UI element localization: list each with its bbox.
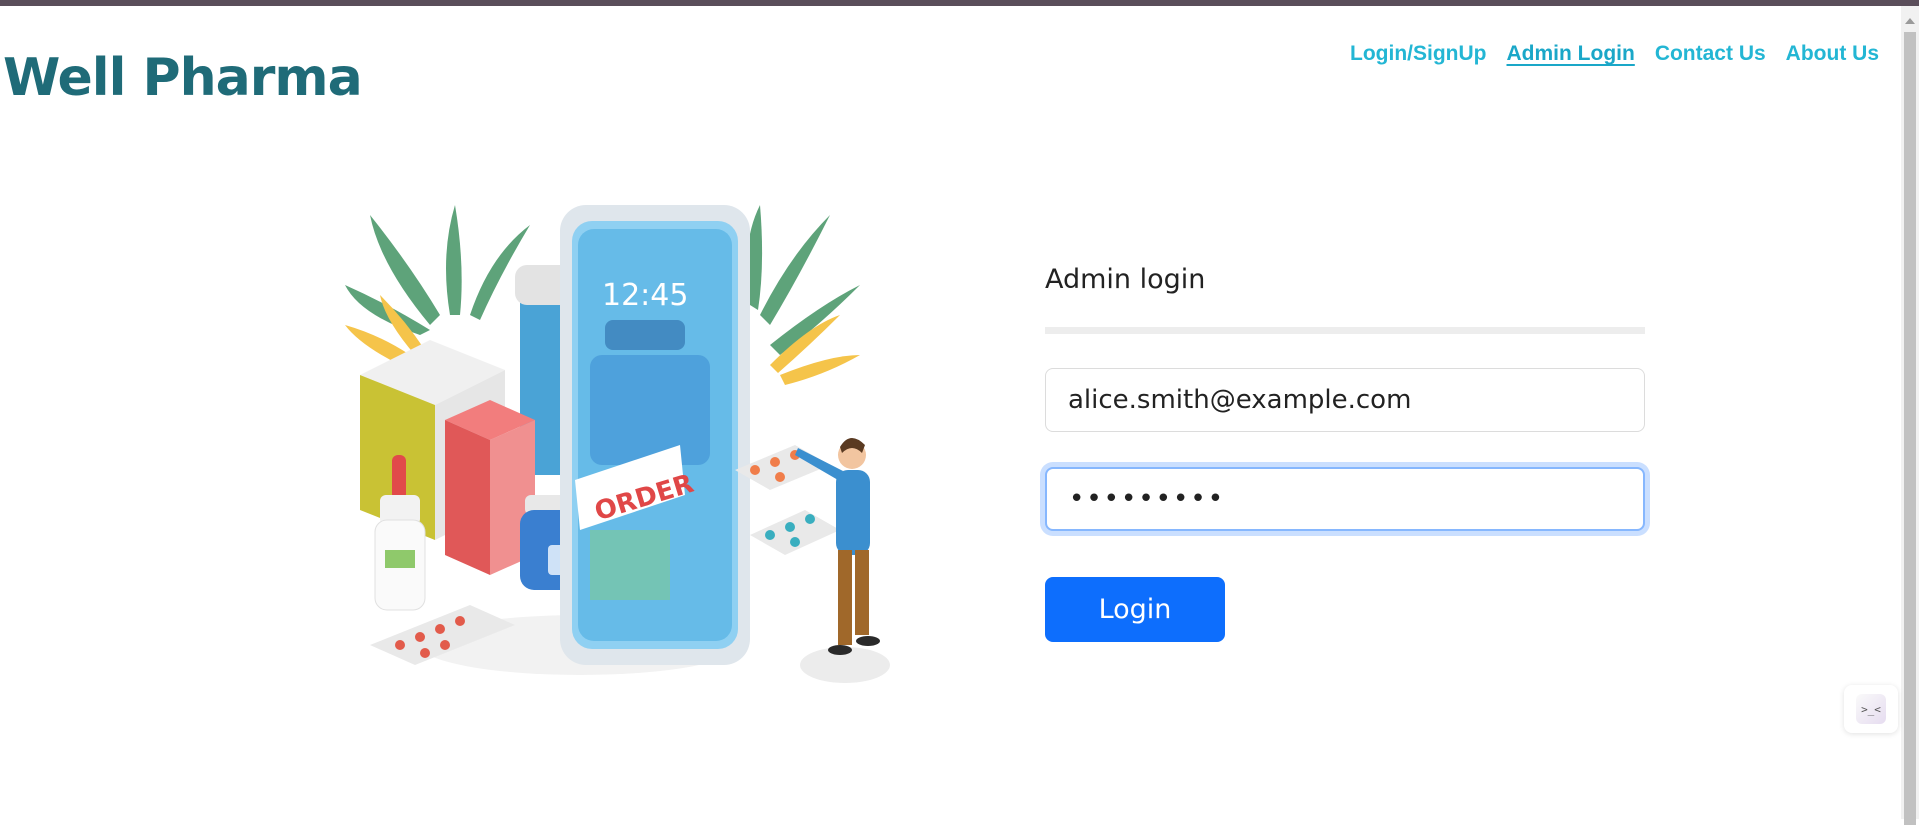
browser-top-bar: [0, 0, 1919, 6]
phone-time: 12:45: [602, 278, 688, 313]
nav-admin-login[interactable]: Admin Login: [1507, 40, 1635, 68]
nav-login-signup[interactable]: Login/SignUp: [1350, 40, 1486, 68]
assistant-widget[interactable]: >_<: [1844, 685, 1898, 733]
nav-contact-us[interactable]: Contact Us: [1655, 40, 1766, 68]
main-nav: Login/SignUp Admin Login Contact Us Abou…: [1350, 40, 1879, 68]
page-scrollbar[interactable]: [1901, 6, 1919, 825]
login-button[interactable]: Login: [1045, 577, 1225, 642]
pharmacy-illustration: 12:45 ORDER: [345, 205, 890, 683]
form-title: Admin login: [1045, 264, 1206, 295]
password-field[interactable]: [1045, 467, 1645, 531]
nav-about-us[interactable]: About Us: [1786, 40, 1879, 68]
form-divider: [1045, 327, 1645, 334]
email-field[interactable]: [1045, 368, 1645, 432]
scroll-up-icon[interactable]: [1905, 18, 1915, 24]
scroll-thumb[interactable]: [1904, 32, 1916, 825]
assistant-face-icon: >_<: [1856, 694, 1886, 724]
brand-logo[interactable]: Well Pharma: [3, 48, 363, 108]
